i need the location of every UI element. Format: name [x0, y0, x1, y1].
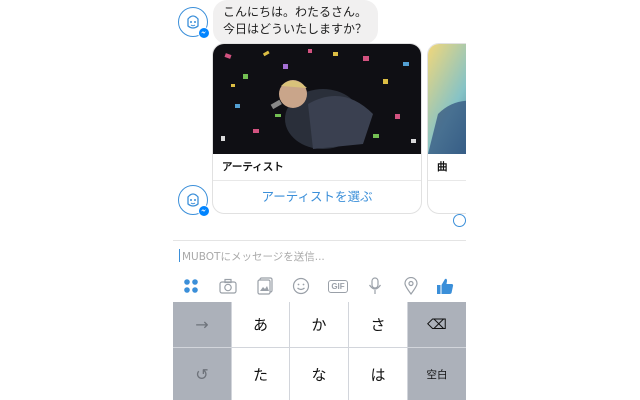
artist-card-image: [213, 44, 421, 154]
key-undo[interactable]: ↺: [173, 348, 231, 400]
location-icon[interactable]: [401, 276, 421, 296]
emoji-icon[interactable]: [291, 276, 311, 296]
artist-card-title: アーティスト: [222, 161, 284, 173]
message-input[interactable]: MUBOTにメッセージを送信...: [179, 249, 325, 264]
key-ta[interactable]: た: [232, 348, 289, 400]
key-ka[interactable]: か: [290, 302, 348, 347]
message-input-placeholder: MUBOTにメッセージを送信...: [182, 251, 325, 263]
messenger-badge-icon: [198, 205, 210, 217]
card-carousel[interactable]: アーティスト アーティストを選ぶ 曲: [212, 43, 466, 215]
microphone-icon[interactable]: [365, 276, 385, 296]
composer-toolbar: GIF: [173, 273, 466, 299]
greeting-line-1: こんにちは。わたるさん。: [223, 5, 368, 19]
card-divider: [213, 180, 421, 181]
flick-keyboard: → あ か さ ⌫ ↺ た な は 空白: [173, 302, 466, 400]
composer-divider: [173, 240, 466, 241]
key-sa[interactable]: さ: [349, 302, 407, 347]
key-ha[interactable]: は: [349, 348, 407, 400]
photos-icon[interactable]: [255, 276, 275, 296]
bot-avatar[interactable]: [178, 185, 210, 217]
song-card-title: 曲: [437, 161, 448, 173]
key-space[interactable]: 空白: [408, 348, 466, 400]
key-na[interactable]: な: [290, 348, 348, 400]
artist-card[interactable]: アーティスト アーティストを選ぶ: [212, 43, 422, 214]
read-receipt-icon: [453, 214, 466, 227]
thumbs-up-icon[interactable]: [435, 276, 455, 296]
key-arrow-right[interactable]: →: [173, 302, 231, 347]
apps-icon[interactable]: [181, 276, 201, 296]
greeting-bubble: こんにちは。わたるさん。 今日はどういたしますか？: [213, 0, 379, 44]
bot-avatar[interactable]: [178, 7, 210, 39]
key-a[interactable]: あ: [232, 302, 289, 347]
gif-label: GIF: [328, 279, 348, 293]
messenger-badge-icon: [198, 27, 210, 39]
greeting-line-2: 今日はどういたしますか？: [223, 22, 368, 36]
song-card-image: [428, 44, 466, 154]
gif-icon[interactable]: GIF: [327, 276, 349, 296]
camera-icon[interactable]: [218, 276, 238, 296]
song-card[interactable]: 曲: [427, 43, 466, 214]
messenger-screen: こんにちは。わたるさん。 今日はどういたしますか？ アーティスト アーティストを…: [173, 0, 466, 400]
text-caret: [179, 249, 180, 262]
key-backspace[interactable]: ⌫: [408, 302, 466, 347]
card-divider: [428, 180, 466, 181]
choose-artist-button[interactable]: アーティストを選ぶ: [213, 186, 421, 205]
